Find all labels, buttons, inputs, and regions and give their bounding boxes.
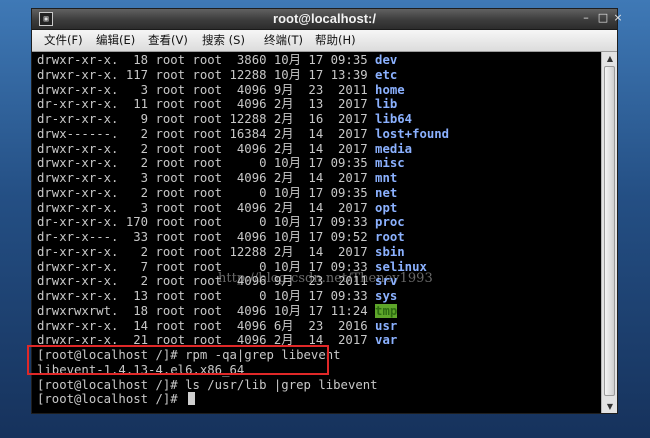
menu-search[interactable]: 搜索 (S) [202,30,245,51]
directory-name: tmp [375,303,398,318]
listing-row: drwxr-xr-x. 3 root root 4096 9月 23 2011 … [37,82,405,97]
scroll-up-arrow-icon[interactable]: ▲ [603,52,617,65]
directory-name: dev [375,53,398,67]
directory-name: lib [375,97,398,112]
menu-view[interactable]: 查看(V) [148,30,188,51]
listing-row: dr-xr-x---. 33 root root 4096 10月 17 09:… [37,230,405,244]
directory-name: net [375,185,398,200]
menu-file[interactable]: 文件(F) [44,30,83,51]
listing-row: drwxr-xr-x. 2 root root 4096 2月 14 2017 … [37,141,413,156]
listing-row: dr-xr-xr-x. 11 root root 4096 2月 13 2017… [37,97,398,112]
listing-row: drwxr-xr-x. 18 root root 3860 10月 17 09:… [37,53,398,67]
listing-row: drwxr-xr-x. 117 root root 12288 10月 17 1… [37,67,398,82]
listing-row: dr-xr-xr-x. 2 root root 12288 2月 14 2017… [37,244,405,259]
directory-name: sbin [375,244,405,259]
command-line: libevent-1.4.13-4.el6.x86_64 [37,362,245,377]
listing-row: dr-xr-xr-x. 9 root root 12288 2月 16 2017… [37,112,413,126]
directory-name: media [375,141,413,156]
title-bar[interactable]: ▣ root@localhost:/ – □ × [32,9,623,30]
directory-name: usr [375,318,398,333]
text-cursor [188,392,196,406]
directory-name: lost+found [375,126,450,141]
directory-name: etc [375,67,398,82]
listing-row: drwxr-xr-x. 13 root root 0 10月 17 09:33 … [37,289,398,303]
terminal-output[interactable]: http://blog.csdn.net/Theney1993 drwxr-xr… [32,52,601,413]
directory-name: mnt [375,171,398,185]
command-line: [root@localhost /]# ls /usr/lib |grep li… [37,377,378,392]
listing-row: drwxr-xr-x. 3 root root 4096 2月 14 2017 … [37,200,398,215]
command-line: [root@localhost /]# rpm -qa|grep libeven… [37,348,341,362]
scroll-down-arrow-icon[interactable]: ▼ [603,400,617,413]
directory-name: lib64 [375,112,413,126]
directory-name: srv [375,274,398,289]
menu-bar: 文件(F) 编辑(E) 查看(V) 搜索 (S) 终端(T) 帮助(H) [32,30,617,52]
menu-edit[interactable]: 编辑(E) [96,30,135,51]
vertical-scrollbar[interactable]: ▲ ▼ [601,52,617,413]
maximize-button[interactable]: □ [596,11,610,25]
listing-row: dr-xr-xr-x. 170 root root 0 10月 17 09:33… [37,215,405,230]
menu-help[interactable]: 帮助(H) [315,30,356,51]
directory-name: var [375,333,398,348]
listing-row: drwx------. 2 root root 16384 2月 14 2017… [37,126,450,141]
directory-name: sys [375,289,398,303]
minimize-button[interactable]: – [579,11,593,25]
directory-name: misc [375,156,405,171]
close-button[interactable]: × [611,11,625,25]
directory-name: root [375,230,405,244]
directory-name: selinux [375,259,427,274]
terminal-window: ▣ root@localhost:/ – □ × 文件(F) 编辑(E) 查看(… [31,8,623,414]
prompt-line: [root@localhost /]# [37,392,196,407]
window-title: root@localhost:/ [273,11,376,26]
listing-row: drwxr-xr-x. 2 root root 0 10月 17 09:35 m… [37,156,405,171]
directory-name: home [375,82,405,97]
directory-name: proc [375,215,405,230]
listing-row: drwxrwxrwt. 18 root root 4096 10月 17 11:… [37,303,398,318]
directory-name: opt [375,200,398,215]
listing-row: drwxr-xr-x. 7 root root 0 10月 17 09:33 s… [37,259,427,274]
menu-terminal[interactable]: 终端(T) [264,30,303,51]
listing-row: drwxr-xr-x. 21 root root 4096 2月 14 2017… [37,333,398,348]
listing-row: drwxr-xr-x. 2 root root 4096 9月 23 2011 … [37,274,398,289]
listing-row: drwxr-xr-x. 14 root root 4096 6月 23 2016… [37,318,398,333]
listing-row: drwxr-xr-x. 3 root root 4096 2月 14 2017 … [37,171,398,185]
scrollbar-thumb[interactable] [604,66,615,396]
listing-row: drwxr-xr-x. 2 root root 0 10月 17 09:35 n… [37,185,398,200]
